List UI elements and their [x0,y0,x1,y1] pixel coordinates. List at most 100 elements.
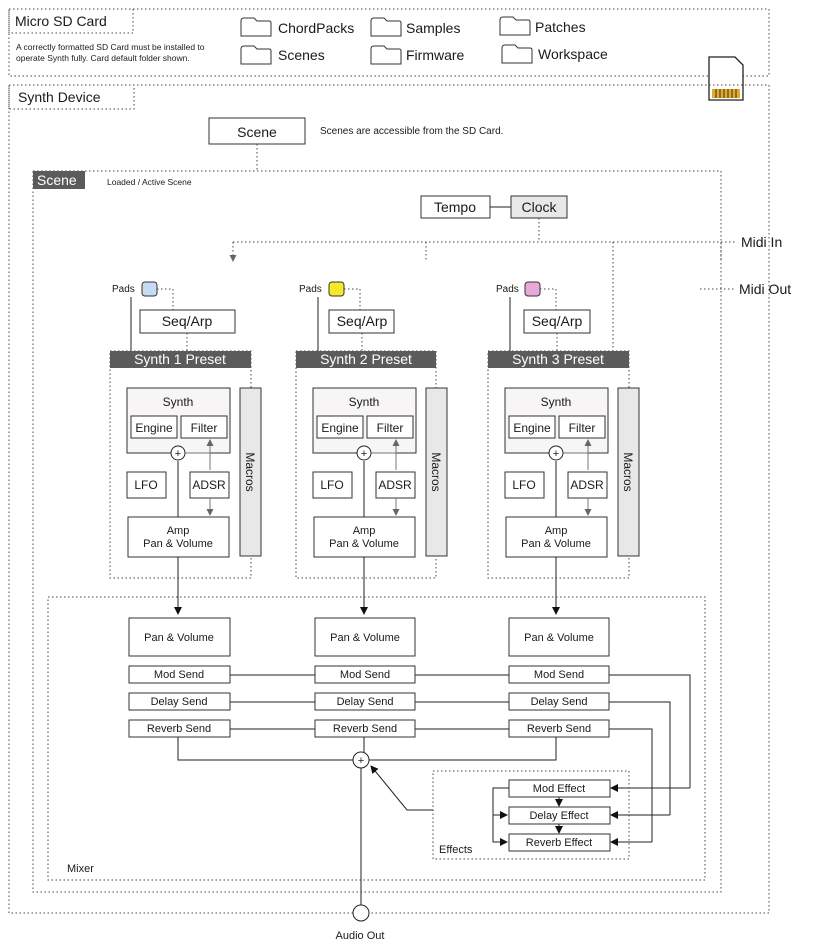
engine-label: Engine [321,421,359,435]
mod-send-box[interactable]: Mod Send [128,665,231,684]
mod-effect-box[interactable]: Mod Effect [508,779,611,798]
amp-label: Amp [545,525,568,537]
reverb-send-label: Reverb Send [333,723,397,735]
reverb-effect-label: Reverb Effect [526,837,592,849]
scene-button-label: Scene [237,124,277,140]
seq-arp-label: Seq/Arp [337,313,388,329]
folder-label: Samples [406,20,460,36]
sum-line-left [177,737,353,761]
amp-label: Amp [167,525,190,537]
lfo-box[interactable]: LFO [312,471,353,499]
reverb-send-box[interactable]: Reverb Send [314,719,416,738]
adsr-box[interactable]: ADSR [567,471,608,499]
mod-send-label: Mod Send [340,669,390,681]
scene-note: Scenes are accessible from the SD Card. [320,126,503,137]
midi-out-label: Midi Out [739,281,791,297]
folder-chordpacks[interactable]: ChordPacks [240,17,354,37]
folder-firmware[interactable]: Firmware [370,45,465,65]
filter-label: Filter [377,421,404,435]
synth-module-2: Pads Seq/Arp Synth 2 Preset Synth Engine… [295,281,448,615]
delay-send-box[interactable]: Delay Send [314,692,416,711]
amp-box[interactable]: Amp Pan & Volume [127,516,230,558]
folder-label: Patches [535,19,586,35]
amp-pan-volume-label: Pan & Volume [329,538,399,550]
macros-box[interactable]: Macros [425,387,448,557]
lfo-label: LFO [134,478,157,492]
macros-box[interactable]: Macros [239,387,262,557]
clock-label: Clock [521,199,557,215]
seq-arp-label: Seq/Arp [162,313,213,329]
engine-box[interactable]: Engine [508,415,556,439]
pan-volume-label: Pan & Volume [330,632,400,644]
pads-seq-link [157,288,174,310]
scene-button[interactable]: Scene [208,117,306,145]
synth-device-panel [8,84,770,914]
engine-box[interactable]: Engine [130,415,178,439]
folder-icon [501,44,533,64]
folder-workspace[interactable]: Workspace [501,44,608,64]
midi-in-label: Midi In [741,234,782,250]
tempo-label: Tempo [434,199,476,215]
lfo-box[interactable]: LFO [126,471,167,499]
folder-samples[interactable]: Samples [370,17,460,37]
synth-box-label: Synth [541,395,572,409]
seq-arp-box[interactable]: Seq/Arp [328,309,395,334]
lfo-label: LFO [512,478,535,492]
mixer-channel-3: Pan & Volume Mod Send Delay Send Reverb … [508,617,610,738]
pad-color-swatch[interactable] [524,281,541,297]
pan-volume-label: Pan & Volume [524,632,594,644]
reverb-effect-box[interactable]: Reverb Effect [508,833,611,852]
delay-send-label: Delay Send [337,696,394,708]
mod-send-box[interactable]: Mod Send [314,665,416,684]
synth-box-label: Synth [349,395,380,409]
plus-icon: + [361,448,367,460]
macros-box[interactable]: Macros [617,387,640,557]
amp-pan-volume-label: Pan & Volume [521,538,591,550]
lfo-box[interactable]: LFO [504,471,545,499]
pads-seq-link [344,288,361,310]
engine-box[interactable]: Engine [316,415,364,439]
filter-box[interactable]: Filter [558,415,606,439]
sd-card-icon [708,56,744,101]
audio-out-jack-icon[interactable] [352,904,370,922]
filter-label: Filter [569,421,596,435]
seq-arp-box[interactable]: Seq/Arp [139,309,236,334]
mixer-channel-2: Pan & Volume Mod Send Delay Send Reverb … [314,617,416,738]
clock-box[interactable]: Clock [510,195,568,219]
mod-send-box[interactable]: Mod Send [508,665,610,684]
folder-patches[interactable]: Patches [499,16,586,36]
pan-volume-box[interactable]: Pan & Volume [508,617,610,657]
delay-send-label: Delay Send [151,696,208,708]
adsr-box[interactable]: ADSR [375,471,416,499]
pads-label: Pads [299,284,322,295]
audio-out-label: Audio Out [336,930,385,942]
delay-send-box[interactable]: Delay Send [128,692,231,711]
folder-scenes[interactable]: Scenes [240,45,325,65]
amp-pan-volume-label: Pan & Volume [143,538,213,550]
tempo-box[interactable]: Tempo [420,195,491,219]
mixer-label: Mixer [67,863,94,875]
seq-arp-box[interactable]: Seq/Arp [523,309,591,334]
reverb-send-box[interactable]: Reverb Send [128,719,231,738]
amp-box[interactable]: Amp Pan & Volume [505,516,608,558]
plus-icon: + [553,448,559,460]
adsr-label: ADSR [378,478,412,492]
macros-label: Macros [621,452,635,491]
filter-box[interactable]: Filter [180,415,228,439]
pad-color-swatch[interactable] [328,281,345,297]
effects-return-arrow [370,765,433,811]
pan-volume-box[interactable]: Pan & Volume [128,617,231,657]
mod-effect-label: Mod Effect [533,783,585,795]
pad-color-swatch[interactable] [141,281,158,297]
delay-effect-box[interactable]: Delay Effect [508,806,611,825]
amp-box[interactable]: Amp Pan & Volume [313,516,416,558]
reverb-send-box[interactable]: Reverb Send [508,719,610,738]
delay-send-box[interactable]: Delay Send [508,692,610,711]
preset-title: Synth 1 Preset [134,351,226,367]
mod-send-label: Mod Send [154,669,204,681]
pan-volume-box[interactable]: Pan & Volume [314,617,416,657]
adsr-box[interactable]: ADSR [189,471,230,499]
folder-label: Workspace [538,46,608,62]
plus-icon: + [175,448,181,460]
filter-box[interactable]: Filter [366,415,414,439]
